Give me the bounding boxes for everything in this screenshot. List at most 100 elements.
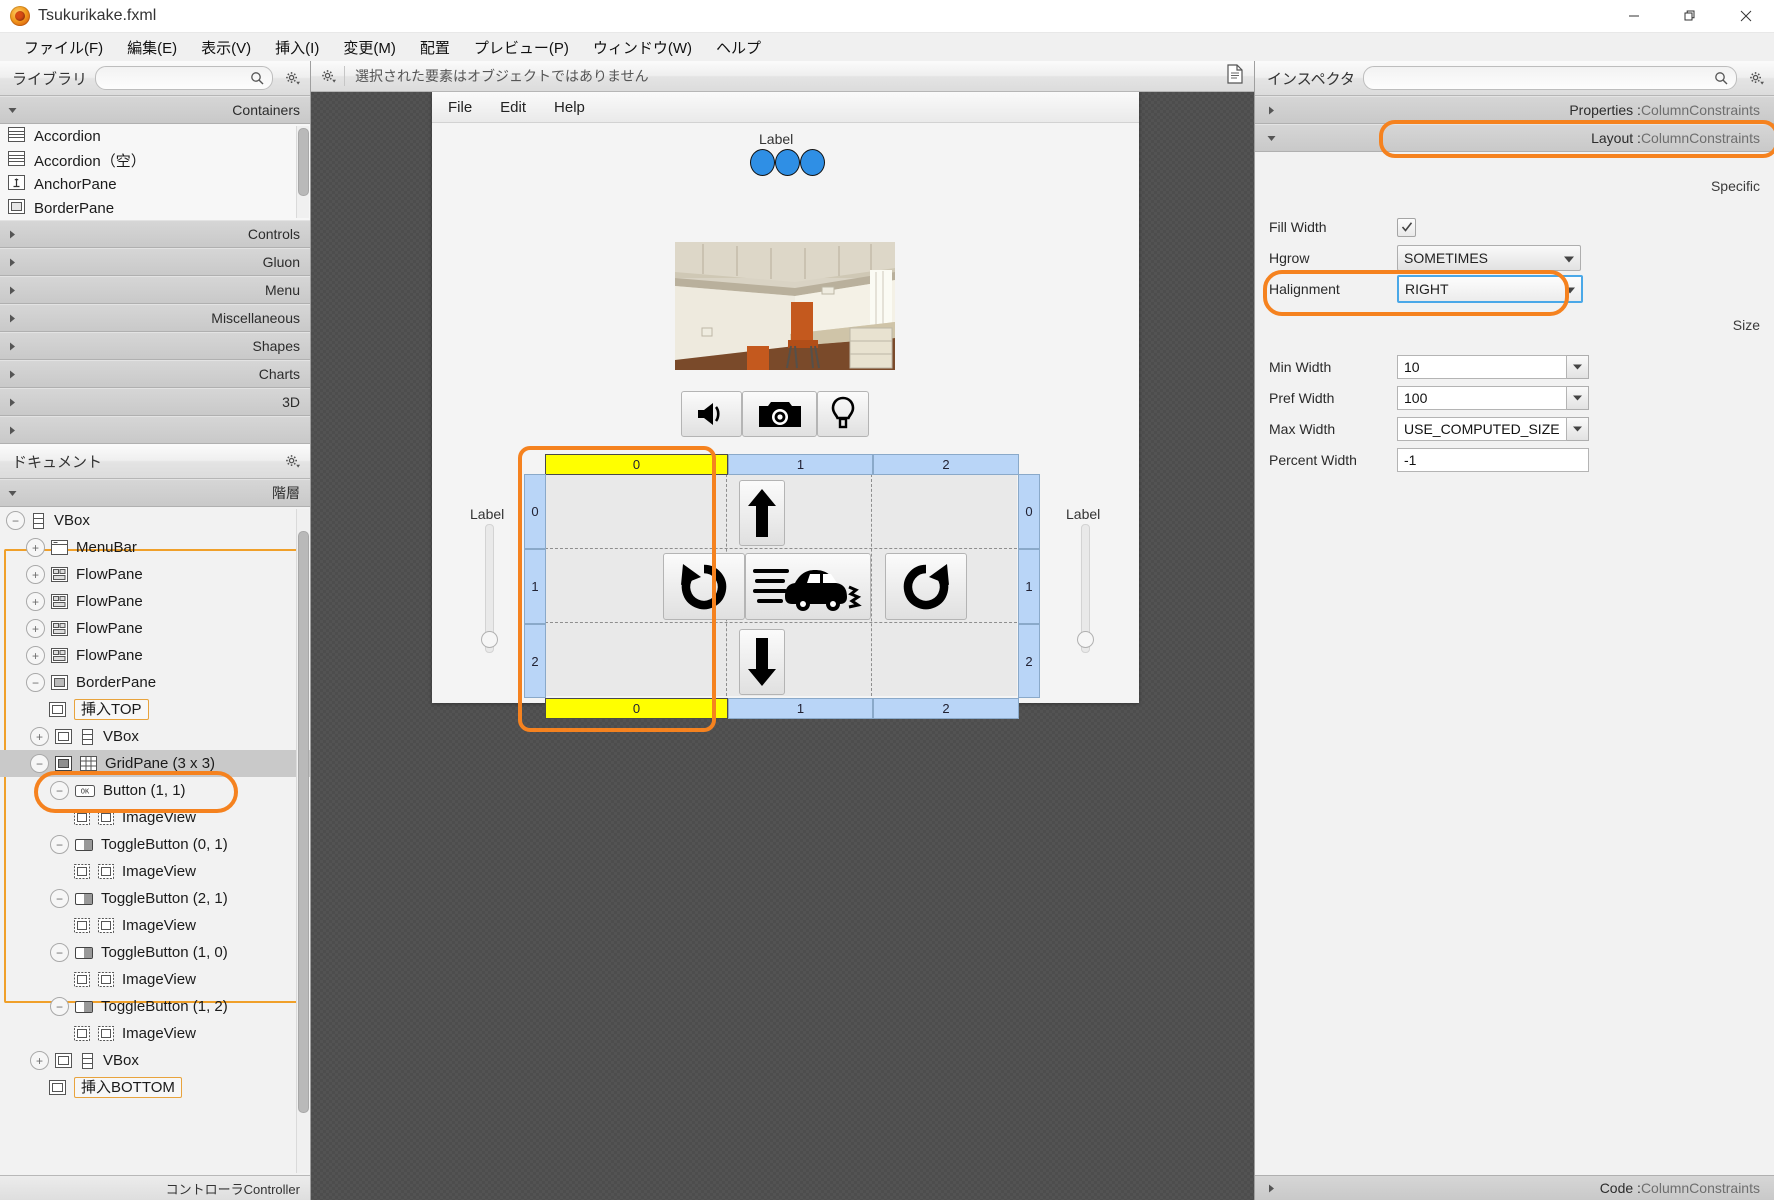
dot-1[interactable] [750, 149, 775, 176]
camera-button[interactable] [742, 391, 817, 437]
inspector-status-bar[interactable]: Code : ColumnConstraints [1255, 1175, 1774, 1200]
expand-toggle[interactable]: + [26, 538, 45, 557]
library-section-gluon[interactable]: Gluon [0, 248, 310, 276]
collapse-toggle[interactable]: − [50, 781, 69, 800]
right-slider-knob[interactable] [1077, 631, 1094, 648]
tree-item-button-1-1[interactable]: − OK Button (1, 1) [0, 777, 310, 804]
inspector-section-layout[interactable]: Layout : ColumnConstraints [1255, 124, 1774, 152]
tree-item-imageview-5[interactable]: ImageView [0, 1020, 310, 1047]
gridpane-preview[interactable]: 0 1 2 0 1 2 0 1 2 0 1 2 [518, 446, 1041, 732]
menu-window[interactable]: ウィンドウ(W) [581, 34, 704, 61]
min-width-stepper[interactable] [1567, 355, 1589, 379]
min-width-input[interactable]: 10 [1397, 355, 1567, 379]
inspector-gear-icon[interactable] [1749, 71, 1764, 86]
row-header-left-0[interactable]: 0 [524, 474, 546, 549]
collapse-toggle[interactable]: − [50, 943, 69, 962]
tree-item-togglebutton-1-2[interactable]: − ToggleButton (1, 2) [0, 993, 310, 1020]
max-width-stepper[interactable] [1567, 417, 1589, 441]
hgrow-combo[interactable]: SOMETIMES [1397, 245, 1581, 271]
menu-preview[interactable]: プレビュー(P) [462, 34, 581, 61]
library-search-box[interactable] [95, 66, 273, 90]
library-section-miscellaneous[interactable]: Miscellaneous [0, 304, 310, 332]
library-item-accordion[interactable]: Accordion [0, 124, 310, 148]
expand-toggle[interactable]: + [30, 1051, 49, 1070]
rotate-right-button[interactable] [885, 553, 967, 620]
tree-item-borderpane[interactable]: − BorderPane [0, 669, 310, 696]
close-button[interactable] [1718, 0, 1774, 32]
column-header-top-2[interactable]: 2 [873, 454, 1019, 475]
collapse-toggle[interactable]: − [30, 754, 49, 773]
stage-preview[interactable]: File Edit Help Label 0 1 2 0 1 2 0 1 2 0… [432, 92, 1139, 732]
document-gear-icon[interactable] [285, 454, 300, 469]
tree-item-togglebutton-0-1[interactable]: − ToggleButton (0, 1) [0, 831, 310, 858]
tree-item-imageview-2[interactable]: ImageView [0, 858, 310, 885]
tree-item-togglebutton-1-0[interactable]: − ToggleButton (1, 0) [0, 939, 310, 966]
dot-2[interactable] [775, 149, 800, 176]
tree-item-vbox[interactable]: − VBox [0, 507, 310, 534]
column-header-top-1[interactable]: 1 [728, 454, 873, 475]
inspector-search-input[interactable] [1372, 69, 1714, 87]
row-header-right-0[interactable]: 0 [1018, 474, 1040, 549]
document-section-hierarchy[interactable]: 階層 [0, 479, 310, 507]
inspector-section-properties[interactable]: Properties : ColumnConstraints [1255, 96, 1774, 124]
content-gear-icon[interactable] [321, 69, 336, 84]
column-header-top-0[interactable]: 0 [545, 454, 728, 475]
tree-item-imageview-1[interactable]: ImageView [0, 804, 310, 831]
preview-menu-edit[interactable]: Edit [500, 99, 526, 116]
library-section-menu[interactable]: Menu [0, 276, 310, 304]
column-header-bottom-1[interactable]: 1 [728, 698, 873, 719]
library-section-charts[interactable]: Charts [0, 360, 310, 388]
library-gear-icon[interactable] [285, 71, 300, 86]
library-item-anchorpane[interactable]: AnchorPane [0, 172, 310, 196]
tree-item-vbox-inner[interactable]: + VBox [0, 723, 310, 750]
tree-item-flowpane-3[interactable]: + FlowPane [0, 615, 310, 642]
column-header-bottom-2[interactable]: 2 [873, 698, 1019, 719]
preview-menu-file[interactable]: File [448, 99, 472, 116]
expand-toggle[interactable]: + [30, 727, 49, 746]
tree-item-flowpane-1[interactable]: + FlowPane [0, 561, 310, 588]
row-header-right-1[interactable]: 1 [1018, 549, 1040, 624]
document-preview-icon[interactable] [1226, 64, 1244, 88]
tree-item-imageview-4[interactable]: ImageView [0, 966, 310, 993]
restore-button[interactable] [1662, 0, 1718, 32]
library-section-extra[interactable] [0, 416, 310, 444]
dot-3[interactable] [800, 149, 825, 176]
library-section-containers[interactable]: Containers [0, 96, 310, 124]
tree-item-insert-top[interactable]: 挿入TOP [0, 696, 310, 723]
expand-toggle[interactable]: + [26, 646, 45, 665]
menu-insert[interactable]: 挿入(I) [263, 34, 331, 61]
lightbulb-button[interactable] [817, 391, 869, 437]
menu-arrange[interactable]: 配置 [408, 34, 462, 61]
up-arrow-button[interactable] [739, 480, 785, 546]
tree-item-flowpane-2[interactable]: + FlowPane [0, 588, 310, 615]
max-width-input[interactable]: USE_COMPUTED_SIZE [1397, 417, 1567, 441]
row-header-right-2[interactable]: 2 [1018, 624, 1040, 698]
fill-width-checkbox[interactable] [1397, 217, 1416, 237]
row-header-left-2[interactable]: 2 [524, 624, 546, 698]
library-section-3d[interactable]: 3D [0, 388, 310, 416]
expand-toggle[interactable]: + [26, 565, 45, 584]
library-section-controls[interactable]: Controls [0, 220, 310, 248]
collapse-toggle[interactable]: − [50, 835, 69, 854]
speaker-button[interactable] [681, 391, 742, 437]
menu-file[interactable]: ファイル(F) [12, 34, 115, 61]
office-room-photo[interactable] [675, 242, 895, 370]
library-search-input[interactable] [104, 69, 250, 87]
menu-help[interactable]: ヘルプ [704, 34, 773, 61]
library-item-accordion-empty[interactable]: Accordion（空） [0, 148, 310, 172]
preview-menu-help[interactable]: Help [554, 99, 585, 116]
car-button[interactable] [745, 553, 871, 620]
library-item-borderpane[interactable]: BorderPane [0, 196, 310, 220]
menu-modify[interactable]: 変更(M) [331, 34, 408, 61]
expand-toggle[interactable]: + [26, 619, 45, 638]
inspector-search-box[interactable] [1363, 66, 1737, 90]
pref-width-input[interactable]: 100 [1397, 386, 1567, 410]
left-slider-knob[interactable] [481, 631, 498, 648]
tree-item-gridpane[interactable]: − GridPane (3 x 3) [0, 750, 310, 777]
collapse-toggle[interactable]: − [50, 889, 69, 908]
tree-item-flowpane-4[interactable]: + FlowPane [0, 642, 310, 669]
hierarchy-scrollbar-thumb[interactable] [298, 531, 309, 1113]
library-scrollbar[interactable] [296, 126, 309, 218]
collapse-toggle[interactable]: − [6, 511, 25, 530]
tree-item-imageview-3[interactable]: ImageView [0, 912, 310, 939]
